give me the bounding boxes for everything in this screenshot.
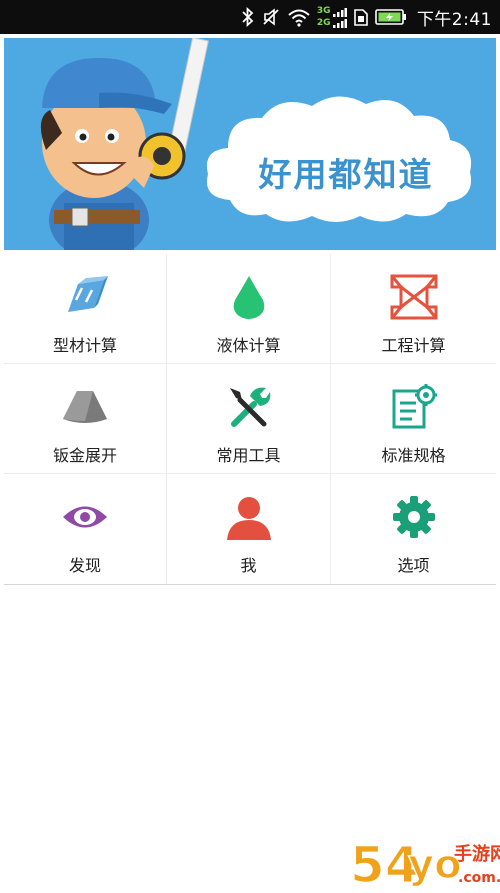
- menu-item-engineering-calc[interactable]: 工程计算: [331, 254, 496, 364]
- menu-item-label: 工程计算: [381, 336, 446, 355]
- watermark-logo: 54 yo 手游网 .com.cn: [349, 835, 500, 893]
- signal-3g-label: 3G: [316, 6, 331, 16]
- tools-icon: [224, 382, 274, 432]
- liquid-drop-icon: [224, 272, 274, 322]
- wifi-icon: [287, 7, 311, 27]
- banner-slogan: 好用都知道: [258, 155, 434, 194]
- menu-item-label: 液体计算: [216, 336, 281, 355]
- bluetooth-icon: [241, 7, 255, 27]
- mute-icon: [261, 7, 281, 27]
- standard-spec-icon: [389, 382, 439, 432]
- menu-item-discover[interactable]: 发现: [4, 474, 167, 584]
- status-icons: 3G 2G 下午2:41: [241, 0, 492, 34]
- signal-bars-icon: [332, 8, 347, 28]
- menu-item-common-tools[interactable]: 常用工具: [167, 364, 331, 474]
- user-icon: [224, 492, 274, 542]
- menu-item-label: 标准规格: [381, 446, 446, 465]
- menu-item-label: 型材计算: [52, 336, 117, 355]
- menu-item-label: 常用工具: [216, 446, 281, 465]
- menu-item-me[interactable]: 我: [167, 474, 331, 584]
- menu-item-options[interactable]: 选项: [331, 474, 496, 584]
- menu-item-label: 发现: [68, 556, 101, 575]
- site-watermark: 54 yo 手游网 .com.cn: [349, 830, 500, 893]
- sim-icon: [353, 7, 369, 27]
- status-bar: 3G 2G 下午2:41: [0, 0, 500, 34]
- menu-item-liquid-calc[interactable]: 液体计算: [167, 254, 331, 364]
- profile-beam-icon: [60, 272, 110, 322]
- eye-icon: [60, 492, 110, 542]
- menu-item-sheet-metal[interactable]: 钣金展开: [4, 364, 167, 474]
- engineering-icon: [389, 272, 439, 322]
- promo-banner[interactable]: 好用都知道: [4, 38, 496, 250]
- signal-2g-label: 2G: [316, 18, 331, 28]
- gear-icon: [389, 492, 439, 542]
- menu-item-label: 我: [240, 556, 257, 575]
- feature-menu-grid: 型材计算 液体计算 工程计算 钣金展开 常用工具 标准规格 发现 我 选项: [4, 254, 496, 585]
- sheet-metal-icon: [60, 382, 110, 432]
- clock: 下午2:41: [416, 9, 492, 30]
- menu-item-standard-spec[interactable]: 标准规格: [331, 364, 496, 474]
- svg-text:手游网: 手游网: [454, 843, 500, 865]
- battery-icon: [375, 8, 407, 26]
- network-indicator: 3G 2G: [317, 4, 347, 30]
- menu-item-label: 选项: [397, 556, 430, 575]
- svg-text:.com.cn: .com.cn: [458, 870, 500, 886]
- menu-item-label: 钣金展开: [52, 446, 117, 465]
- menu-item-profile-calc[interactable]: 型材计算: [4, 254, 167, 364]
